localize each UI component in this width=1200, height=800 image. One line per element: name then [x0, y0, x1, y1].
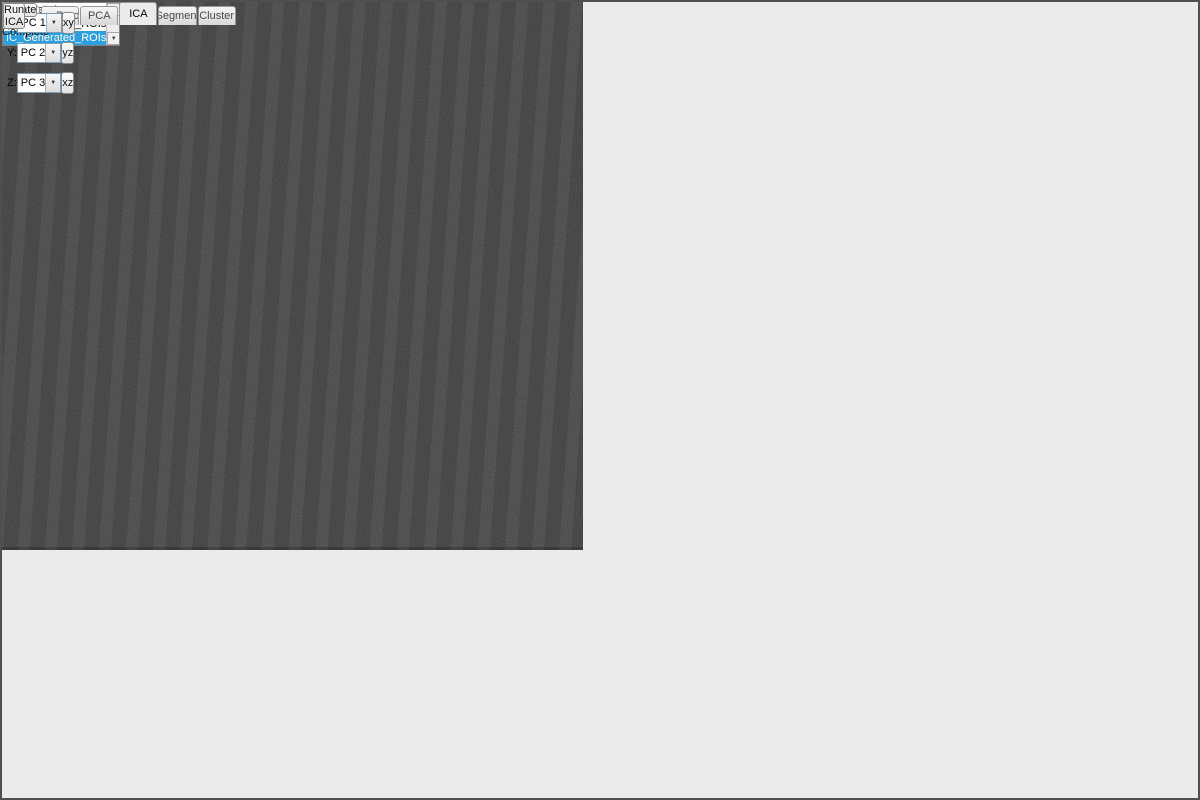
scroll-down-icon: ▼: [110, 35, 117, 42]
pc-select-value: PC 2: [20, 47, 46, 59]
dropdown-arrow-icon[interactable]: ▼: [45, 44, 61, 62]
axis-label: Z:: [7, 77, 17, 89]
roi-list-scroll-down-button[interactable]: ▼: [107, 32, 120, 45]
roi-image-noise: [2, 2, 583, 547]
axis-label: Y:: [7, 47, 17, 59]
dropdown-arrow-icon[interactable]: ▼: [45, 14, 61, 32]
dropdown-arrow-icon[interactable]: ▼: [45, 74, 61, 92]
plane-xz-button[interactable]: xz: [61, 72, 75, 94]
run-ica-button[interactable]: Run ICA: [3, 3, 26, 29]
tab-segment[interactable]: Segment: [158, 6, 197, 25]
pc-select-y[interactable]: PC 2 ▼: [16, 43, 62, 63]
pc-select-value: PC 3: [20, 77, 46, 89]
ica-tab-panel: Run ICA: [2, 2, 26, 29]
plane-yz-button[interactable]: yz: [61, 42, 75, 64]
tab-cluster[interactable]: Cluster: [197, 6, 236, 25]
roi-image-canvas[interactable]: [2, 2, 583, 550]
tab-pca[interactable]: PCA: [80, 6, 119, 25]
tab-ica[interactable]: ICA: [119, 2, 158, 25]
pc-select-z[interactable]: PC 3 ▼: [16, 73, 62, 93]
app-window: Image Component Parser ROI Editor ◀: [0, 0, 1200, 800]
plane-xy-button[interactable]: xy: [61, 12, 75, 34]
